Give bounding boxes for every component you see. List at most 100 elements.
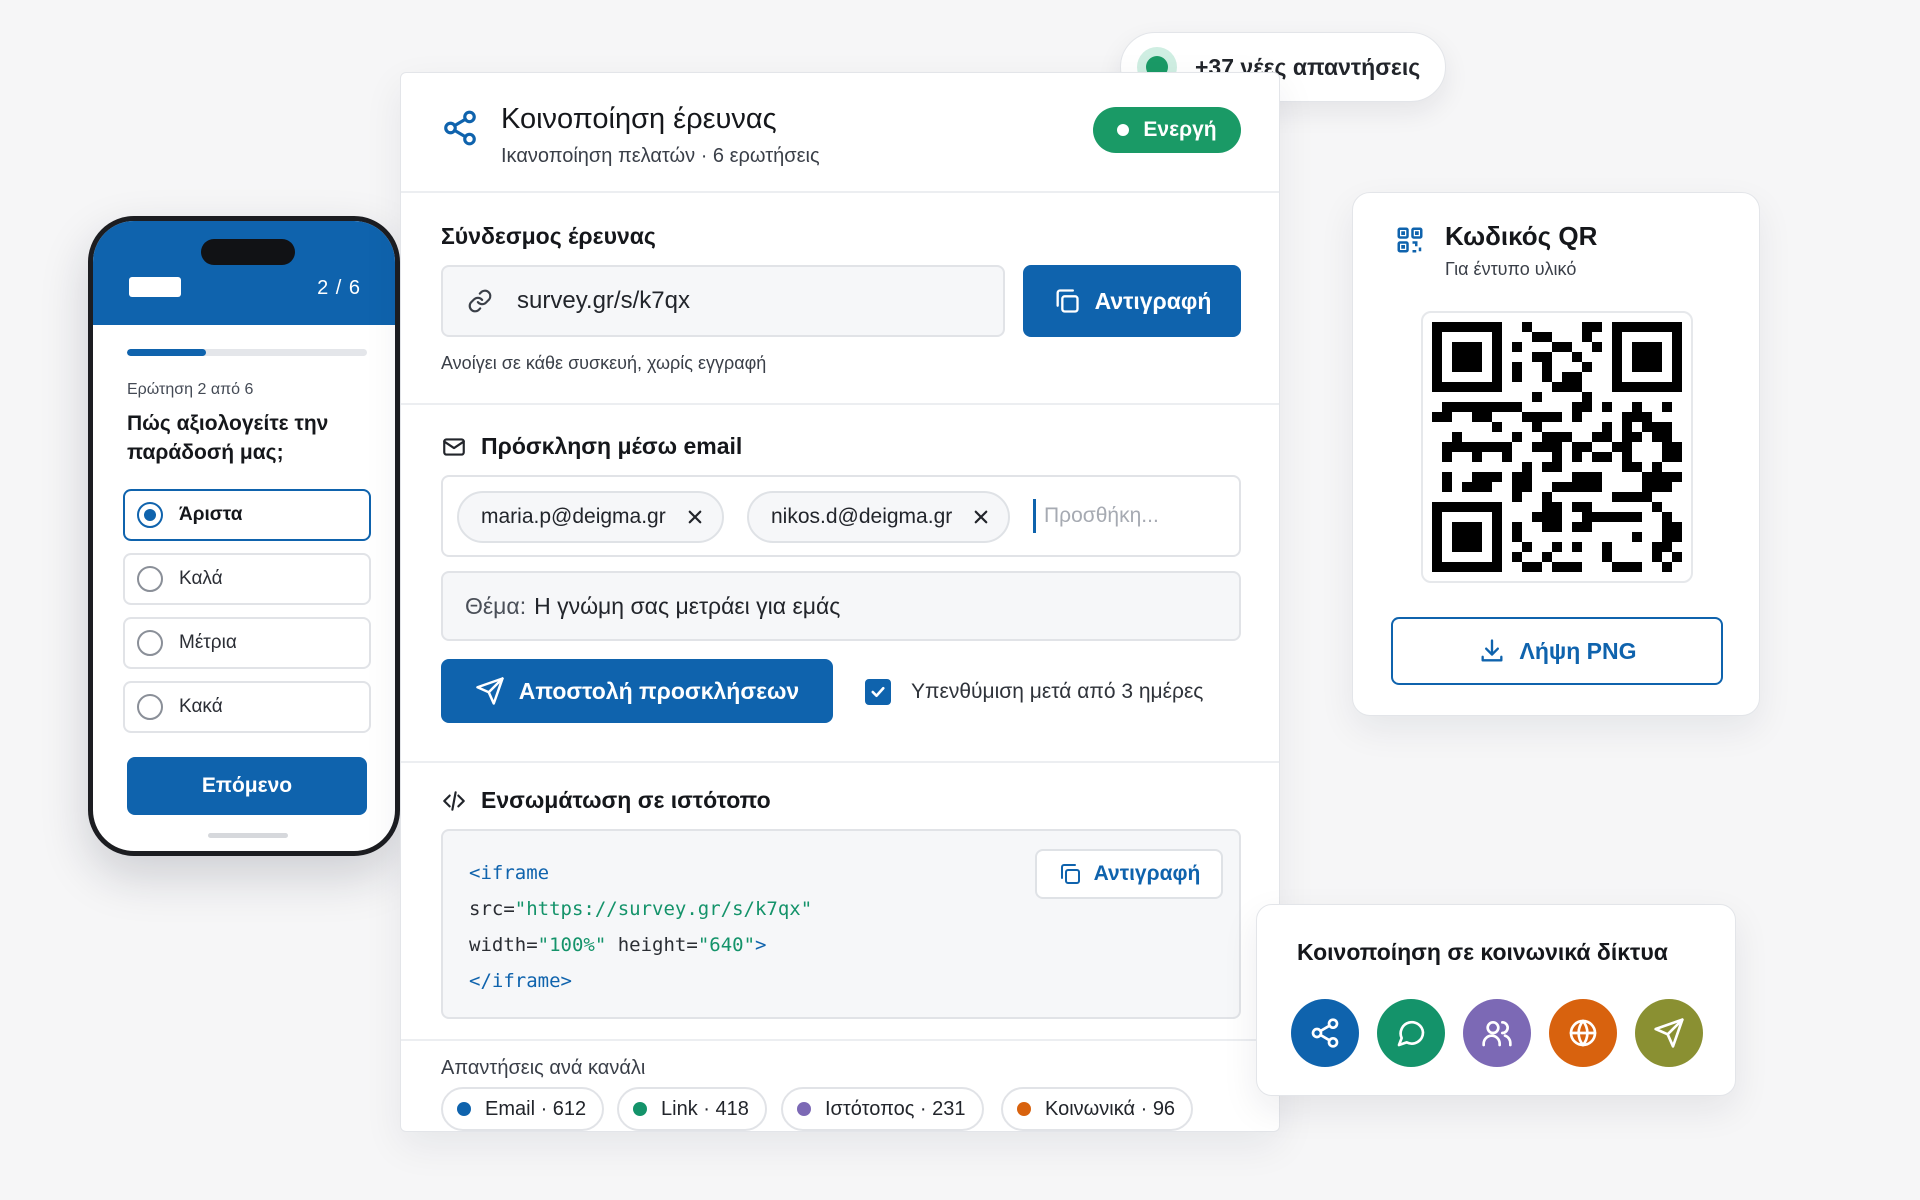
social-chat-button[interactable] [1377,999,1445,1067]
code-height-attr: height= [617,934,698,956]
qr-module [1472,472,1482,482]
qr-module [1472,452,1482,462]
phone-next-button[interactable]: Επόμενο [127,757,367,815]
channel-label: Ιστότοπος · 231 [825,1097,966,1120]
qr-module [1542,552,1552,562]
recipient-chip-label: nikos.d@deigma.gr [771,505,953,528]
channel-dot [797,1102,811,1116]
qr-module [1592,512,1602,522]
channel-dot [633,1102,647,1116]
qr-module [1542,492,1552,502]
qr-module [1542,442,1552,452]
qr-module [1512,482,1522,492]
qr-code-card: Κωδικός QR Για έντυπο υλικό Λήψη PNG [1352,192,1760,716]
send-invitations-label: Αποστολή προσκλήσεων [518,677,800,704]
page-subtitle: Ικανοποίηση πελατών · 6 ερωτήσεις [501,145,820,167]
qr-module [1672,522,1682,532]
phone-progress-fill [127,349,207,356]
qr-module [1652,462,1662,472]
qr-module [1572,402,1582,412]
qr-module [1592,452,1602,462]
add-recipient-input[interactable] [1033,499,1223,533]
qr-module [1562,562,1572,572]
phone-option-excellent[interactable]: Άριστα [123,489,371,541]
send-invitations-button[interactable]: Αποστολή προσκλήσεων [441,659,833,723]
qr-module [1442,452,1452,462]
social-share-button[interactable] [1291,999,1359,1067]
recipients-field[interactable]: maria.p@deigma.gr nikos.d@deigma.gr [441,475,1241,557]
qr-module [1532,562,1542,572]
divider [401,403,1279,405]
qr-module [1512,522,1522,532]
embed-code-box[interactable]: <iframe src="https://survey.gr/s/k7qx" w… [441,829,1241,1019]
qr-module [1582,522,1592,532]
qr-module [1582,332,1592,342]
qr-module [1672,552,1682,562]
phone-question-text: Πώς αξιολογείτε την παράδοσή μας; [127,412,329,464]
qr-module [1602,432,1612,442]
social-users-button[interactable] [1463,999,1531,1067]
phone-option-bad[interactable]: Κακά [123,681,371,733]
status-badge-label: Ενεργή [1143,118,1217,141]
qr-module [1662,432,1672,442]
qr-module [1502,402,1512,412]
close-icon[interactable] [686,508,704,526]
qr-module [1652,422,1662,432]
copy-link-button[interactable]: Αντιγραφή [1023,265,1241,337]
qr-module [1572,352,1582,362]
channel-dot [1017,1102,1031,1116]
qr-module [1672,472,1682,482]
copy-embed-button[interactable]: Αντιγραφή [1035,849,1223,899]
divider [401,761,1279,763]
qr-module [1662,532,1672,542]
qr-module [1662,452,1672,462]
download-png-button[interactable]: Λήψη PNG [1391,617,1723,685]
checkbox-checked-icon[interactable] [865,679,891,705]
qr-module [1522,472,1532,482]
qr-module [1532,442,1542,452]
qr-module [1522,412,1532,422]
social-send-button[interactable] [1635,999,1703,1067]
download-icon [1478,637,1506,665]
phone-logo [129,277,181,297]
reminder-checkbox[interactable]: Υπενθύμιση μετά από 3 ημέρες [865,679,1203,705]
qr-module [1562,482,1572,492]
qr-module [1552,462,1562,472]
code-close-tag: </iframe> [469,970,572,992]
qr-module [1442,412,1452,422]
qr-module [1662,402,1672,412]
qr-module [1472,442,1482,452]
qr-module [1582,472,1592,482]
qr-module [1462,442,1472,452]
channel-pill-link: Link · 418 [617,1087,767,1131]
qr-module [1582,362,1592,372]
qr-module [1492,402,1502,412]
share-survey-card: Κοινοποίηση έρευνας Ικανοποίηση πελατών … [400,72,1280,1132]
qr-module [1572,482,1582,492]
qr-module [1632,532,1642,542]
qr-module [1652,542,1662,552]
qr-code-image [1421,311,1693,583]
radio-selected-icon [137,502,163,528]
qr-module [1512,402,1522,412]
close-icon[interactable] [972,508,990,526]
social-web-button[interactable] [1549,999,1617,1067]
qr-module [1542,462,1552,472]
phone-option-good[interactable]: Καλά [123,553,371,605]
phone-option-label: Καλά [179,568,223,589]
embed-code: <iframe src="https://survey.gr/s/k7qx" w… [469,855,812,999]
qr-module [1642,422,1652,432]
qr-module [1662,542,1672,552]
qr-module [1552,342,1562,352]
channel-pill-social: Κοινωνικά · 96 [1001,1087,1194,1131]
radio-icon [137,694,163,720]
qr-module [1612,562,1622,572]
divider [401,1039,1279,1041]
survey-link-field[interactable]: survey.gr/s/k7qx [441,265,1005,337]
status-dot-icon [1117,124,1130,136]
qr-module [1552,502,1562,512]
qr-module [1542,432,1552,442]
subject-field[interactable]: Θέμα: Η γνώμη σας μετράει για εμάς [441,571,1241,641]
phone-option-average[interactable]: Μέτρια [123,617,371,669]
qr-module [1572,542,1582,552]
